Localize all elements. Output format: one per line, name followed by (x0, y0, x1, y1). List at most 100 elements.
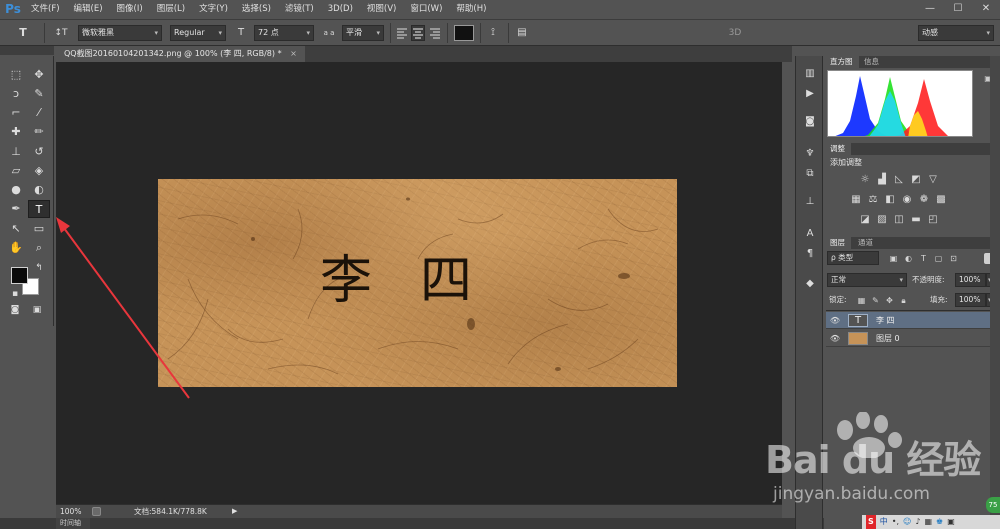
vibrance-icon[interactable]: ▽ (927, 174, 939, 186)
ime-skin-icon[interactable]: ♚ (936, 515, 943, 529)
clone-source-icon[interactable]: ⊥ (801, 194, 819, 210)
minimize-button[interactable]: — (916, 0, 944, 19)
text-tool[interactable]: T (28, 200, 50, 218)
3d-mode-label[interactable]: 3D (724, 25, 746, 41)
tab-histogram[interactable]: 直方图 (824, 56, 859, 68)
tab-layers[interactable]: 图层 (824, 237, 851, 249)
text-orientation-icon[interactable]: ↕T (50, 25, 72, 41)
3d-panel-icon[interactable]: ◆ (801, 276, 819, 292)
gradient-map-icon[interactable]: ▬ (910, 214, 922, 226)
invert-icon[interactable]: ◪ (859, 214, 871, 226)
selective-color-icon[interactable]: ◰ (927, 214, 939, 226)
exposure-icon[interactable]: ◩ (910, 174, 922, 186)
posterize-icon[interactable]: ▨ (876, 214, 888, 226)
hue-saturation-icon[interactable]: ▦ (850, 194, 862, 206)
menu-type[interactable]: 文字(Y) (192, 0, 235, 19)
status-share-icon[interactable] (92, 507, 101, 516)
lasso-tool[interactable]: ↄ (5, 85, 27, 103)
warp-text-icon[interactable]: ⟟ (486, 25, 500, 41)
menu-image[interactable]: 图像(I) (110, 0, 150, 19)
fill-input[interactable]: 100% (955, 293, 986, 307)
lock-image-icon[interactable]: ✎ (870, 295, 881, 306)
opacity-input[interactable]: 100% (955, 273, 986, 287)
panel-scrollbar[interactable] (990, 56, 1000, 529)
tool-preset-picker[interactable]: T (12, 25, 34, 41)
channel-mixer-icon[interactable]: ❁ (918, 194, 930, 206)
menu-window[interactable]: 窗口(W) (403, 0, 449, 19)
font-style-select[interactable]: Regular ▾ (170, 25, 226, 41)
ime-tools-icon[interactable]: ▣ (947, 515, 955, 529)
menu-filter[interactable]: 滤镜(T) (278, 0, 321, 19)
curves-icon[interactable]: ◺ (893, 174, 905, 186)
menu-3d[interactable]: 3D(D) (321, 0, 360, 19)
workspace-select[interactable]: 动感 ▾ (918, 25, 994, 41)
document-image[interactable]: 李四 (158, 179, 677, 387)
clone-stamp-tool[interactable]: ⊥ (5, 143, 27, 161)
healing-brush-tool[interactable]: ✚ (5, 123, 27, 141)
align-right-icon[interactable] (429, 25, 441, 41)
eye-visibility-icon[interactable]: 👁︎ (829, 333, 841, 344)
character-panel-icon[interactable]: ▤ (514, 25, 530, 41)
blend-mode-select[interactable]: 正常 ▾ (827, 273, 907, 287)
brush-tool[interactable]: ✏ (28, 123, 50, 141)
document-tab[interactable]: QQ截图20160104201342.png @ 100% (李 四, RGB/… (56, 46, 305, 62)
hand-tool[interactable]: ✋ (5, 239, 27, 257)
paint-bucket-tool[interactable]: ◈ (28, 162, 50, 180)
levels-icon[interactable]: ▟ (876, 174, 888, 186)
black-white-icon[interactable]: ◧ (884, 194, 896, 206)
ime-punctuation-icon[interactable]: •, (892, 515, 899, 529)
threshold-icon[interactable]: ◫ (893, 214, 905, 226)
ime-voice-icon[interactable]: ♪ (915, 515, 920, 529)
color-balance-icon[interactable]: ⚖ (867, 194, 879, 206)
actions-play-icon[interactable]: ▶ (801, 86, 819, 102)
close-button[interactable]: ✕ (972, 0, 1000, 19)
brightness-contrast-icon[interactable]: ☼ (859, 174, 871, 186)
eye-visibility-icon[interactable]: 👁︎ (829, 315, 841, 326)
filter-smart-object-icon[interactable]: ⊡ (948, 253, 959, 264)
quick-select-tool[interactable]: ✎ (28, 85, 50, 103)
brush-panel-icon[interactable]: ♆ (801, 146, 819, 162)
timeline-tab[interactable]: 时间轴 (56, 518, 90, 529)
swap-colors-icon[interactable]: ↰ (32, 262, 46, 274)
menu-edit[interactable]: 编辑(E) (67, 0, 110, 19)
antialias-select[interactable]: 平滑 ▾ (342, 25, 384, 41)
ime-chinese-icon[interactable]: 中 (880, 515, 888, 529)
align-center-icon[interactable] (411, 25, 425, 41)
maximize-button[interactable]: ☐ (944, 0, 972, 19)
layer-row-text[interactable]: 👁︎ T 李 四 (826, 312, 1000, 329)
ime-keyboard-icon[interactable]: ▦ (924, 515, 932, 529)
font-family-select[interactable]: 微软雅黑 ▾ (78, 25, 162, 41)
menu-select[interactable]: 选择(S) (235, 0, 278, 19)
pen-tool[interactable]: ✒ (5, 200, 27, 218)
marquee-tool[interactable]: ⬚ (5, 66, 27, 84)
status-menu-arrow-icon[interactable]: ▶ (232, 505, 237, 518)
lock-transparent-icon[interactable]: ▦ (856, 295, 867, 306)
blur-tool[interactable]: ● (5, 181, 27, 199)
brush-presets-icon[interactable]: ⧉ (801, 166, 819, 182)
zoom-tool[interactable]: ⌕ (28, 239, 50, 257)
history-brush-tool[interactable]: ↺ (28, 143, 50, 161)
eyedropper-tool[interactable]: ⁄ (28, 104, 50, 122)
tab-info[interactable]: 信息 (858, 56, 885, 68)
menu-file[interactable]: 文件(F) (24, 0, 67, 19)
canvas-area[interactable]: 李四 (56, 62, 782, 504)
filter-shape-icon[interactable]: ▢ (933, 253, 944, 264)
filter-type-icon[interactable]: T (918, 253, 929, 264)
character-icon[interactable]: A (801, 226, 819, 242)
photo-filter-icon[interactable]: ◉ (901, 194, 913, 206)
align-left-icon[interactable] (396, 25, 408, 41)
ime-emoji-icon[interactable]: ☺ (903, 515, 911, 529)
menu-view[interactable]: 视图(V) (360, 0, 403, 19)
speed-badge[interactable]: 75 (986, 497, 1000, 513)
eraser-tool[interactable]: ▱ (5, 162, 27, 180)
canvas-text-layer[interactable]: 李四 (320, 251, 520, 311)
paragraph-icon[interactable]: ¶ (801, 246, 819, 262)
menu-layer[interactable]: 图层(L) (150, 0, 192, 19)
properties-panel-icon[interactable]: ◙ (801, 114, 819, 130)
crop-tool[interactable]: ⌐ (5, 104, 27, 122)
font-size-select[interactable]: 72 点 ▾ (254, 25, 314, 41)
toolbar-collapse-bar[interactable] (0, 46, 54, 55)
history-panel-icon[interactable]: ▥ (801, 66, 819, 82)
foreground-color-swatch[interactable] (11, 267, 28, 284)
menu-help[interactable]: 帮助(H) (449, 0, 493, 19)
